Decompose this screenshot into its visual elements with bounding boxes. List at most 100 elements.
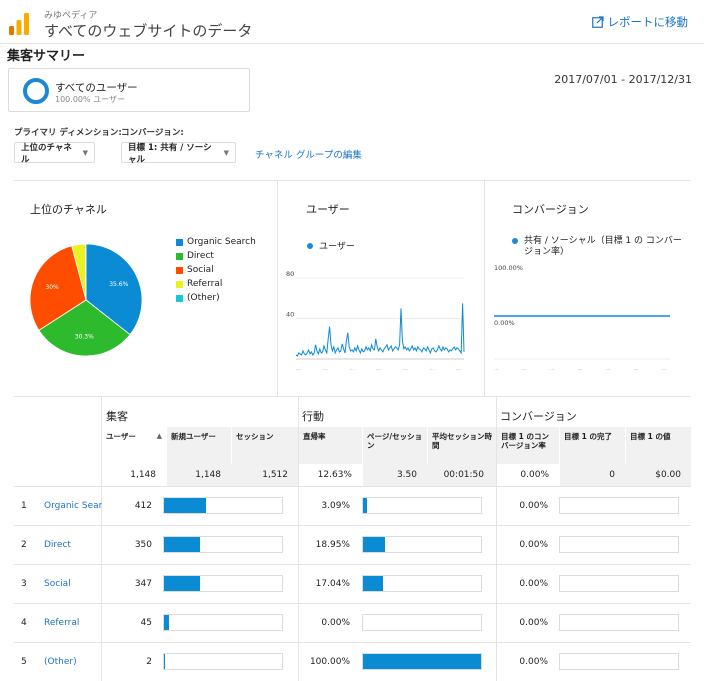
conversion-bar-track (559, 653, 679, 670)
column-header-new-users[interactable]: 新規ユーザー (167, 427, 231, 464)
conversion-x-tick-label: ... (634, 366, 639, 372)
column-label: セッション (236, 432, 274, 441)
conversion-x-tick-label: ... (606, 366, 611, 372)
column-label: 目標 1 の値 (630, 432, 671, 441)
channel-link[interactable]: Organic Search (44, 501, 102, 511)
column-label: 目標 1 のコンバージョン率 (501, 432, 549, 450)
row-users: 412 (134, 501, 152, 511)
column-label: 直帰率 (303, 432, 326, 441)
row-divider (14, 564, 691, 565)
channel-link[interactable]: Direct (44, 540, 102, 550)
total-bounce-rate: 12.63% (317, 470, 352, 480)
column-header-goal-completions[interactable]: 目標 1 の完了 (560, 427, 625, 464)
column-header-goal-conversion-rate[interactable]: 目標 1 のコンバージョン率 (497, 427, 559, 464)
row-users: 45 (140, 618, 152, 628)
pie-legend-item[interactable]: Organic Search (176, 235, 256, 249)
bounce-bar-fill (363, 576, 384, 591)
pie-legend-item[interactable]: (Other) (176, 291, 256, 305)
row-bounce-rate: 100.00% (309, 657, 350, 667)
column-label: ユーザー (106, 432, 136, 441)
users-x-tick-label: ... (323, 366, 328, 372)
column-label: 平均セッション時間 (432, 432, 492, 450)
total-sessions: 1,512 (262, 470, 288, 480)
users-legend-dot (307, 242, 313, 249)
row-conversion-rate: 0.00% (519, 579, 548, 589)
segment-card[interactable]: すべてのユーザー 100.00% ユーザー (8, 68, 250, 112)
total-users: 1,148 (130, 470, 156, 480)
bounce-bar-track (362, 497, 482, 514)
row-bounce-rate: 3.09% (321, 501, 350, 511)
external-link-icon (591, 16, 604, 28)
users-y-tick-label: 80 (286, 270, 294, 278)
column-header-avg-session-duration[interactable]: 平均セッション時間 (428, 427, 496, 464)
primary-dimension-label: プライマリ ディメンション: (14, 128, 122, 138)
channel-link[interactable]: Social (44, 579, 102, 589)
conversion-label: コンバージョン: (121, 128, 184, 138)
legend-swatch (176, 266, 183, 274)
column-header-bounce-rate[interactable]: 直帰率 (299, 427, 362, 464)
date-range-picker[interactable]: 2017/07/01 - 2017/12/31 (554, 73, 692, 86)
users-bar-fill (164, 576, 200, 591)
pie-slice-label: 35.6% (109, 281, 128, 288)
legend-swatch (176, 294, 183, 302)
users-x-tick-label: ... (429, 366, 434, 372)
column-header-sessions[interactable]: セッション (232, 427, 298, 464)
conversion-bar-track (559, 497, 679, 514)
users-series-line[interactable] (295, 303, 465, 357)
column-header-pages-per-session[interactable]: ページ/セッション (363, 427, 427, 464)
conversion-select[interactable]: 目標 1: 共有 / ソーシャル ▼ (121, 142, 236, 165)
row-number: 3 (21, 579, 27, 589)
pie-legend-item[interactable]: Direct (176, 249, 256, 263)
users-legend: ユーザー (307, 239, 355, 252)
conversion-legend-dot (512, 238, 518, 244)
row-divider (14, 642, 691, 643)
users-bar-track (163, 497, 283, 514)
bounce-bar-track (362, 614, 482, 631)
conversion-value: 目標 1: 共有 / ソーシャル (128, 142, 212, 165)
row-conversion-rate: 0.00% (519, 501, 548, 511)
legend-swatch (176, 280, 183, 288)
row-bounce-rate: 0.00% (321, 618, 350, 628)
row-conversion-rate: 0.00% (519, 618, 548, 628)
channel-link[interactable]: (Other) (44, 657, 102, 667)
go-to-report-link[interactable]: レポートに移動 (591, 14, 689, 30)
go-to-report-label: レポートに移動 (607, 15, 689, 29)
row-conversion-rate: 0.00% (519, 540, 548, 550)
pie-legend-item[interactable]: Referral (176, 277, 256, 291)
bounce-bar-fill (363, 537, 386, 552)
conversion-chart-title: コンバージョン (512, 203, 589, 216)
conversion-x-tick-label: ... (550, 366, 555, 372)
primary-dimension-select[interactable]: 上位のチャネル ▼ (14, 142, 95, 165)
sort-ascending-icon: ▲ (156, 432, 162, 440)
channel-link[interactable]: Referral (44, 618, 102, 628)
column-header-goal-value[interactable]: 目標 1 の値 (626, 427, 691, 464)
conversion-bar-track (559, 536, 679, 553)
users-bar-track (163, 614, 283, 631)
users-line-chart: 80 40..................... (286, 270, 465, 372)
total-goal-value: $0.00 (655, 470, 681, 480)
view-name[interactable]: すべてのウェブサイトのデータ (44, 20, 252, 41)
conversion-y-tick-label: 0.00% (494, 319, 515, 327)
row-divider (14, 486, 691, 487)
bounce-bar-track (362, 536, 482, 553)
edit-channel-grouping-link[interactable]: チャネル グループの編集 (255, 147, 362, 161)
users-legend-label: ユーザー (319, 242, 355, 252)
conversion-legend-label: 共有 / ソーシャル（目標 1 の コンバージョン率） (524, 236, 682, 257)
header-divider (0, 43, 704, 44)
column-header-users[interactable]: ユーザー ▲ (102, 427, 166, 464)
bounce-bar-track (362, 653, 482, 670)
users-x-tick-label: ... (349, 366, 354, 372)
legend-label: (Other) (187, 293, 220, 303)
legend-label: Referral (187, 279, 223, 289)
group-header-conversion: コンバージョン (500, 410, 577, 423)
bounce-bar-fill (363, 498, 367, 513)
pie-legend-item[interactable]: Social (176, 263, 256, 277)
total-new-users: 1,148 (195, 470, 221, 480)
pie-chart-title: 上位のチャネル (30, 203, 107, 216)
row-users: 350 (134, 540, 152, 550)
column-label: 新規ユーザー (171, 432, 216, 441)
total-goal-conversion-rate: 0.00% (520, 470, 549, 480)
users-x-tick-label: ... (456, 366, 461, 372)
primary-dimension-value: 上位のチャネル (21, 142, 72, 165)
row-divider (14, 525, 691, 526)
